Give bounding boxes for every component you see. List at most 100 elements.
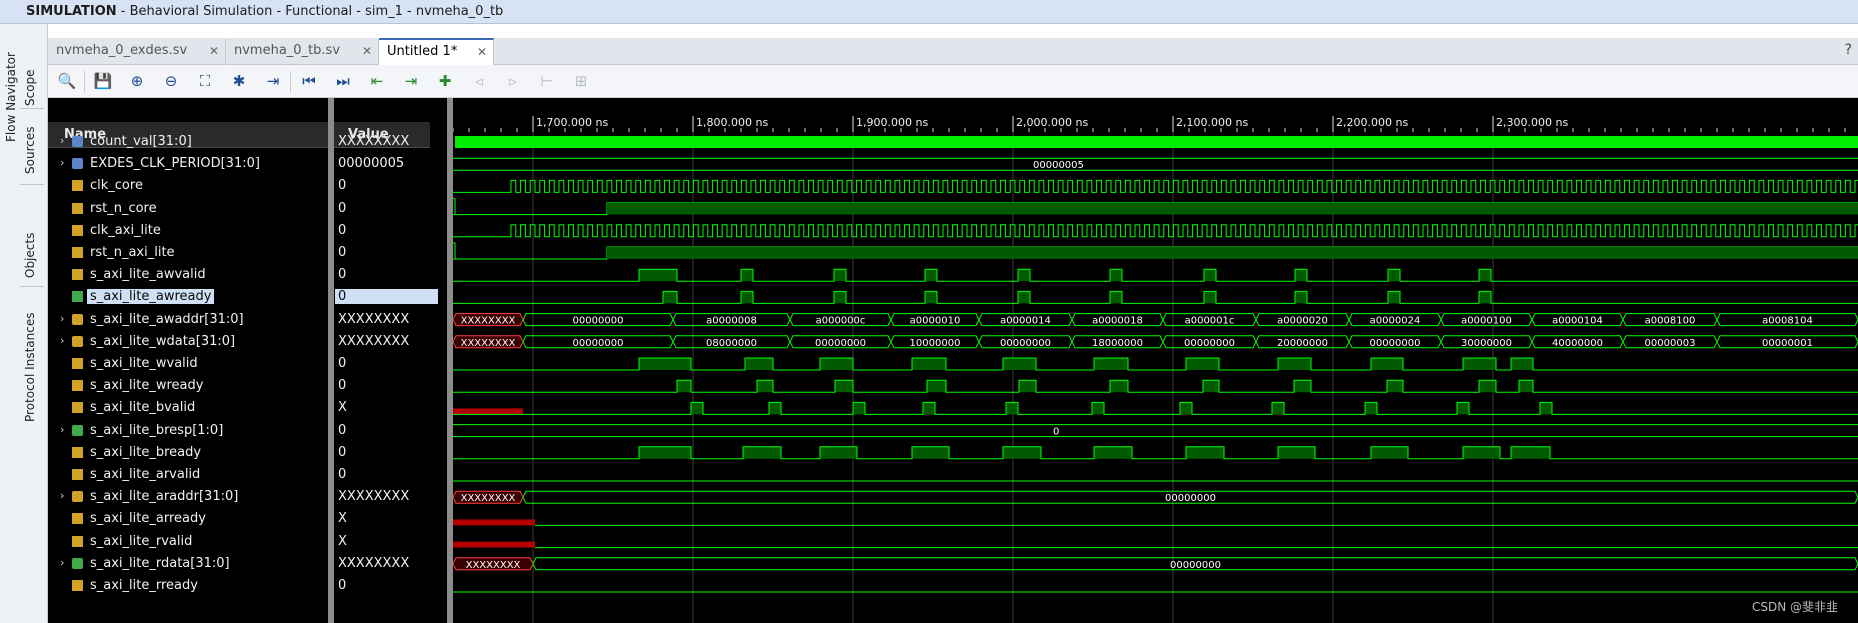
protocol-instances-tab[interactable]: Protocol Instances <box>23 313 37 422</box>
awvalid-wave-fill <box>834 269 846 282</box>
wdata-bus-label: 00000000 <box>1370 338 1421 349</box>
wvalid-wave-fill <box>745 358 773 370</box>
signal-row[interactable]: s_axi_lite_arvalid 0 <box>48 465 378 487</box>
expand-icon[interactable]: › <box>60 312 64 325</box>
signal-name: s_axi_lite_awvalid <box>90 267 206 283</box>
expand-icon[interactable]: › <box>60 156 64 169</box>
signal-row[interactable]: › s_axi_lite_wdata[31:0] XXXXXXXX <box>48 332 409 354</box>
tab-untitled-1[interactable]: Untitled 1* ✕ <box>379 38 494 65</box>
reset-fill <box>607 247 1858 259</box>
bvalid-wave-fill <box>1540 402 1552 415</box>
expand-icon[interactable]: › <box>60 334 64 347</box>
side-tab-divider <box>20 108 44 109</box>
flow-navigator-tab[interactable]: Flow Navigator <box>4 52 18 142</box>
close-icon[interactable]: ✕ <box>362 39 372 63</box>
signal-value: 0 <box>338 378 347 394</box>
awaddr-bus-label: a0000100 <box>1461 316 1512 327</box>
tab-nvmeha-exdes[interactable]: nvmeha_0_exdes.sv ✕ <box>48 39 226 65</box>
signal-row[interactable]: › count_val[31:0] XXXXXXXX <box>48 132 409 154</box>
go-to-last-time-icon[interactable]: ⏭ <box>332 71 354 91</box>
signal-icon <box>72 402 83 414</box>
tab-label: Untitled 1* <box>387 44 458 59</box>
expand-icon[interactable]: › <box>60 423 64 436</box>
signal-row[interactable]: s_axi_lite_awready 0 <box>48 287 438 309</box>
awvalid-wave-fill <box>1204 269 1216 282</box>
wdata-bus-label: 00000003 <box>1645 338 1696 349</box>
bready-wave-fill <box>743 446 781 459</box>
signal-row[interactable]: › s_axi_lite_rdata[31:0] XXXXXXXX <box>48 554 409 576</box>
wvalid-wave-fill <box>1371 358 1403 370</box>
unknown-segment <box>453 541 535 548</box>
swap-cursors-icon[interactable]: ⊢ <box>536 71 558 91</box>
cursor-marker-icon[interactable]: ✱ <box>228 71 250 91</box>
signal-row[interactable]: s_axi_lite_rvalid X <box>48 532 378 554</box>
wdata-bus-label: 30000000 <box>1461 338 1512 349</box>
signal-value: 0 <box>338 267 347 283</box>
signal-row[interactable]: rst_n_core 0 <box>48 199 378 221</box>
tab-nvmeha-tb[interactable]: nvmeha_0_tb.sv ✕ <box>226 39 379 65</box>
waveform-area[interactable]: 1,700.000 ns 1,800.000 ns 1,900.000 ns 2,00… <box>453 98 1858 623</box>
signal-row[interactable]: s_axi_lite_rready 0 <box>48 576 378 598</box>
wready-wave-fill <box>835 380 853 393</box>
next-transition-icon[interactable]: ⇥ <box>400 71 422 91</box>
signal-name: rst_n_core <box>90 200 157 216</box>
awaddr-bus-label: 00000000 <box>573 316 624 327</box>
bvalid-wave-fill <box>1180 402 1192 415</box>
signal-row[interactable]: s_axi_lite_bvalid X <box>48 398 378 420</box>
scope-tab[interactable]: Scope <box>23 69 37 106</box>
zoom-fit-icon[interactable]: ⛶ <box>194 71 216 91</box>
close-icon[interactable]: ✕ <box>209 39 219 63</box>
signal-row[interactable]: rst_n_axi_lite 0 <box>48 243 378 265</box>
bready-wave-fill <box>1186 446 1224 459</box>
zoom-in-icon[interactable]: ⊕ <box>126 71 148 91</box>
wvalid-wave-fill <box>1463 358 1496 370</box>
time-ruler <box>453 116 1858 132</box>
zoom-out-icon[interactable]: ⊖ <box>160 71 182 91</box>
signal-name: s_axi_lite_arvalid <box>90 467 201 482</box>
wvalid-wave-fill <box>639 358 691 370</box>
signal-icon <box>72 580 83 591</box>
expand-icon[interactable]: › <box>60 134 64 147</box>
signal-value: XXXXXXXX <box>338 134 410 149</box>
signal-name: s_axi_lite_rdata[31:0] <box>90 555 230 571</box>
bvalid-wave-fill <box>923 402 935 415</box>
signal-row[interactable]: › EXDES_CLK_PERIOD[31:0] 00000005 <box>48 154 404 176</box>
signal-row[interactable]: › s_axi_lite_araddr[31:0] XXXXXXXX <box>48 487 409 509</box>
expand-icon[interactable]: › <box>60 556 64 569</box>
awready-wave-fill <box>741 291 753 304</box>
sources-tab[interactable]: Sources <box>23 127 37 174</box>
expand-icon[interactable]: › <box>60 489 64 502</box>
signal-row[interactable]: s_axi_lite_arready X <box>48 509 378 531</box>
bresp-bus-value: 0 <box>1053 427 1059 438</box>
wdata-bus-label: 00000000 <box>815 338 866 349</box>
signal-row[interactable]: › s_axi_lite_bresp[1:0] 0 <box>48 421 378 443</box>
signal-row[interactable]: s_axi_lite_wvalid 0 <box>48 354 378 376</box>
previous-transition-icon[interactable]: ⇤ <box>366 71 388 91</box>
signal-row[interactable]: s_axi_lite_wready 0 <box>48 376 378 398</box>
awvalid-wave-fill <box>925 269 937 282</box>
signal-row[interactable]: › s_axi_lite_awaddr[31:0] XXXXXXXX <box>48 310 409 332</box>
wready-wave-fill <box>1203 380 1219 393</box>
signal-icon <box>72 224 83 236</box>
signal-row[interactable]: s_axi_lite_bready 0 <box>48 443 378 465</box>
help-icon[interactable]: ? <box>1845 42 1852 58</box>
signal-row[interactable]: clk_core 0 <box>48 176 378 198</box>
unknown-segment <box>453 519 535 526</box>
reset-fill <box>607 202 1858 215</box>
signal-value: 0 <box>338 444 347 460</box>
save-icon[interactable]: 💾 <box>92 71 114 91</box>
previous-marker-icon[interactable]: ◃ <box>468 71 490 91</box>
snap-icon[interactable]: ⊞ <box>570 71 592 91</box>
ruler-label: 2,100.000 ns <box>1176 116 1248 129</box>
close-icon[interactable]: ✕ <box>477 40 487 64</box>
signal-row[interactable]: clk_axi_lite 0 <box>48 221 378 243</box>
search-icon[interactable]: 🔍 <box>56 71 78 91</box>
go-to-cursor-icon[interactable]: ⇥ <box>262 71 284 91</box>
add-marker-icon[interactable]: ✚ <box>434 71 456 91</box>
signal-name: s_axi_lite_awaddr[31:0] <box>90 311 244 327</box>
go-to-time-zero-icon[interactable]: ⏮ <box>298 71 320 91</box>
next-marker-icon[interactable]: ▹ <box>502 71 524 91</box>
bready-wave-fill <box>820 446 857 459</box>
objects-tab[interactable]: Objects <box>23 233 37 278</box>
signal-row[interactable]: s_axi_lite_awvalid 0 <box>48 265 378 287</box>
